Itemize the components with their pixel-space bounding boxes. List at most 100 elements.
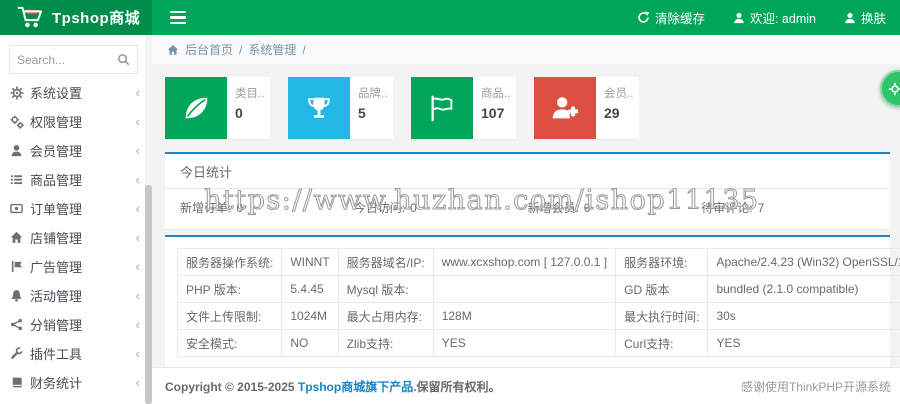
search-icon[interactable] bbox=[117, 53, 130, 66]
sidebar-item-label: 订单管理 bbox=[30, 202, 83, 217]
stat-card-value: 0 bbox=[235, 105, 243, 121]
stat-card-categories[interactable]: 类目... 0 bbox=[165, 77, 270, 139]
cart-icon bbox=[16, 6, 44, 29]
curl-value: YES bbox=[707, 329, 900, 357]
sidebar-item-label: 分销管理 bbox=[30, 318, 83, 333]
sidebar: 系统设置 ‹ 权限管理 bbox=[0, 35, 152, 404]
sidebar-item-label: 商品管理 bbox=[30, 173, 83, 188]
upload-limit-value: 1024M bbox=[281, 302, 339, 330]
user-icon bbox=[10, 144, 30, 157]
server-env-value: Apache/2.4.23 (Win32) OpenSSL/1.0.2j PHP… bbox=[707, 248, 900, 276]
stat-today-visits: 今日访问: 0 bbox=[353, 201, 417, 215]
thinkphp-credit: 感谢使用ThinkPHP开源系统 bbox=[740, 379, 891, 394]
chevron-left-icon: ‹ bbox=[135, 172, 140, 187]
sidebar-item-goods[interactable]: 商品管理 ‹ bbox=[0, 165, 152, 194]
chevron-left-icon: ‹ bbox=[135, 85, 140, 100]
table-row: 安全模式: NO Zlib支持: YES Curl支持: YES bbox=[176, 329, 900, 357]
max-exec-time-value: 30s bbox=[707, 302, 900, 330]
sidebar-item-label: 会员管理 bbox=[30, 144, 83, 159]
table-row: 服务器操作系统: WINNT 服务器域名/IP: www.xcxshop.com… bbox=[176, 248, 900, 276]
stat-new-orders: 新增订单: 0 bbox=[180, 201, 244, 215]
navbar-actions: 清除缓存 欢迎: admin 换肤 bbox=[637, 8, 900, 27]
server-env-label: 服务器环境: bbox=[615, 248, 709, 276]
brand-title: Tpshop商城 bbox=[52, 10, 141, 27]
chevron-left-icon: ‹ bbox=[135, 288, 140, 303]
share-icon bbox=[10, 318, 30, 331]
server-os-value: WINNT bbox=[281, 248, 339, 276]
max-exec-time-label: 最大执行时间: bbox=[615, 302, 709, 330]
php-version-value: 5.4.45 bbox=[281, 275, 339, 303]
sidebar-menu: 系统设置 ‹ 权限管理 ‹ 会员管理 ‹ 商品管理 ‹ 订单管理 ‹ 店铺管理 … bbox=[0, 78, 152, 404]
change-skin-button[interactable]: 换肤 bbox=[844, 8, 886, 27]
sidebar-item-system-settings[interactable]: 系统设置 ‹ bbox=[0, 78, 152, 107]
clear-cache-label: 清除缓存 bbox=[654, 12, 705, 26]
brand-logo[interactable]: Tpshop商城 bbox=[0, 0, 152, 35]
flag-icon bbox=[10, 260, 30, 273]
trophy-icon bbox=[288, 77, 350, 139]
search-input[interactable] bbox=[17, 52, 117, 67]
sidebar-item-label: 权限管理 bbox=[30, 115, 83, 130]
leaf-icon bbox=[165, 77, 227, 139]
skin-icon bbox=[844, 12, 856, 24]
book-icon bbox=[10, 376, 30, 389]
home-icon bbox=[10, 231, 30, 244]
sidebar-item-label: 广告管理 bbox=[30, 260, 83, 275]
welcome-label: 欢迎: admin bbox=[749, 12, 816, 26]
sidebar-item-permissions[interactable]: 权限管理 ‹ bbox=[0, 107, 152, 136]
stat-card-label: 类目... bbox=[235, 88, 265, 100]
stat-card-goods[interactable]: 商品... 107 bbox=[411, 77, 516, 139]
sidebar-item-plugins[interactable]: 插件工具 ‹ bbox=[0, 339, 152, 368]
sidebar-item-orders[interactable]: 订单管理 ‹ bbox=[0, 194, 152, 223]
home-icon bbox=[167, 44, 179, 56]
refresh-icon bbox=[637, 11, 650, 24]
scrollbar-thumb[interactable] bbox=[145, 185, 152, 404]
welcome-user[interactable]: 欢迎: admin bbox=[733, 8, 816, 27]
curl-label: Curl支持: bbox=[615, 329, 709, 357]
flag-icon bbox=[411, 77, 473, 139]
sidebar-item-finance[interactable]: 财务统计 ‹ bbox=[0, 368, 152, 397]
sidebar-toggle-icon[interactable] bbox=[164, 5, 192, 31]
sidebar-item-members[interactable]: 会员管理 ‹ bbox=[0, 136, 152, 165]
sidebar-item-label: 插件工具 bbox=[30, 347, 83, 362]
server-info-panel: 服务器操作系统: WINNT 服务器域名/IP: www.xcxshop.com… bbox=[165, 235, 900, 367]
chevron-left-icon: ‹ bbox=[135, 375, 140, 390]
sidebar-item-store[interactable]: 店铺管理 ‹ bbox=[0, 223, 152, 252]
server-os-label: 服务器操作系统: bbox=[176, 248, 283, 276]
today-stats-panel: 今日统计 新增订单: 0 今日访问: 0 新增会员: 0 待审评论: 7 bbox=[165, 152, 890, 229]
sidebar-item-label: 活动管理 bbox=[30, 289, 83, 304]
chevron-left-icon: ‹ bbox=[135, 114, 140, 129]
sidebar-item-partial[interactable]: 微信管理 ‹ bbox=[0, 397, 152, 404]
stat-card-value: 29 bbox=[604, 105, 620, 121]
sidebar-item-ads[interactable]: 广告管理 ‹ bbox=[0, 252, 152, 281]
breadcrumb-item-home[interactable]: 后台首页 bbox=[185, 41, 233, 58]
stat-card-value: 5 bbox=[358, 105, 366, 121]
list-icon bbox=[10, 173, 30, 186]
chevron-left-icon: ‹ bbox=[135, 259, 140, 274]
stat-card-value: 107 bbox=[481, 105, 505, 121]
stat-pending-reviews: 待审评论: 7 bbox=[701, 201, 765, 215]
stat-card-brands[interactable]: 品牌... 5 bbox=[288, 77, 393, 139]
max-memory-value: 128M bbox=[432, 302, 617, 330]
breadcrumb: 后台首页 / 系统管理 / bbox=[152, 35, 900, 64]
upload-limit-label: 文件上传限制: bbox=[176, 302, 283, 330]
user-icon bbox=[733, 12, 745, 24]
today-stats-row: 新增订单: 0 今日访问: 0 新增会员: 0 待审评论: 7 bbox=[165, 189, 890, 229]
zlib-value: YES bbox=[432, 329, 617, 357]
order-icon bbox=[10, 202, 30, 215]
table-row: PHP 版本: 5.4.45 Mysql 版本: GD 版本 bundled (… bbox=[176, 275, 900, 303]
mysql-version-label: Mysql 版本: bbox=[337, 275, 434, 303]
sidebar-item-distribution[interactable]: 分销管理 ‹ bbox=[0, 310, 152, 339]
safe-mode-value: NO bbox=[281, 329, 339, 357]
wrench-icon bbox=[10, 347, 30, 360]
clear-cache-button[interactable]: 清除缓存 bbox=[637, 8, 705, 27]
sidebar-item-label: 店铺管理 bbox=[30, 231, 83, 246]
brand-link[interactable]: Tpshop商城旗下产品 bbox=[298, 380, 413, 394]
breadcrumb-separator: / bbox=[239, 42, 243, 57]
stat-card-members[interactable]: 会员... 29 bbox=[534, 77, 639, 139]
bell-icon bbox=[10, 289, 30, 302]
sidebar-item-activities[interactable]: 活动管理 ‹ bbox=[0, 281, 152, 310]
sidebar-scrollbar[interactable] bbox=[145, 35, 152, 404]
breadcrumb-item-system[interactable]: 系统管理 bbox=[248, 41, 296, 58]
table-row: 文件上传限制: 1024M 最大占用内存: 128M 最大执行时间: 30s bbox=[176, 302, 900, 330]
skin-label: 换肤 bbox=[860, 12, 886, 26]
